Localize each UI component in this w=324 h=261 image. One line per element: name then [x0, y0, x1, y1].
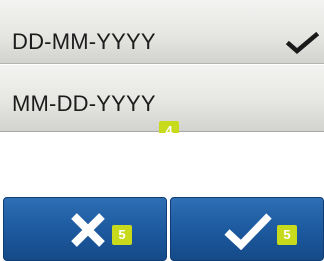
check-icon: [224, 213, 272, 250]
option-label: MM-DD-YYYY: [12, 91, 156, 116]
bottom-bar: 5 5: [0, 197, 324, 261]
option-dd-mm-yyyy[interactable]: DD-MM-YYYY: [0, 0, 324, 64]
option-label: DD-MM-YYYY: [12, 29, 156, 54]
confirm-button[interactable]: 5: [170, 197, 324, 261]
empty-area: [0, 133, 324, 197]
close-icon: [71, 213, 105, 247]
cancel-button[interactable]: 5: [3, 197, 167, 261]
check-icon: [286, 31, 320, 54]
callout-badge: 5: [112, 225, 132, 245]
callout-badge: 5: [277, 225, 297, 245]
date-format-screen: DD-MM-YYYY MM-DD-YYYY 4 5 5: [0, 0, 324, 261]
